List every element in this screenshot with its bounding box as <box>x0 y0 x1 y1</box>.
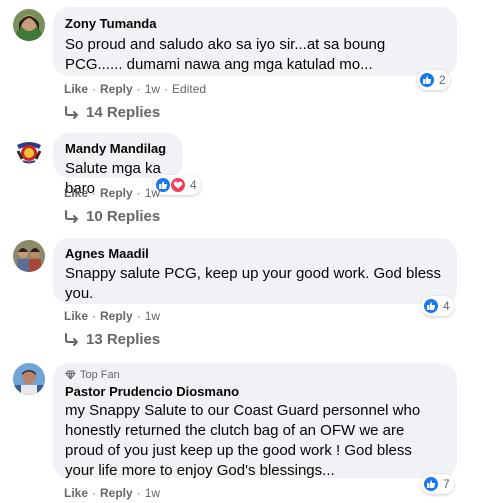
comment-actions: Like · Reply · 1w <box>64 308 161 324</box>
reply-arrow-icon <box>65 333 78 346</box>
heart-icon <box>170 177 186 193</box>
top-fan-label: Top Fan <box>80 369 120 381</box>
like-link[interactable]: Like <box>64 185 88 201</box>
comment-bubble: Agnes Maadil Snappy salute PCG, keep up … <box>53 238 457 304</box>
avatar[interactable] <box>13 240 45 272</box>
reaction-summary[interactable]: 2 <box>417 70 450 90</box>
thumbs-up-icon <box>419 72 435 88</box>
avatar[interactable] <box>13 363 45 395</box>
reaction-summary[interactable]: 7 <box>421 474 454 494</box>
reaction-count: 2 <box>439 73 446 87</box>
comment-author[interactable]: Mandy Mandilag <box>65 141 171 157</box>
like-link[interactable]: Like <box>64 485 88 501</box>
diamond-icon <box>65 370 76 380</box>
comment-actions: Like · Reply · 1w <box>64 485 161 501</box>
reply-link[interactable]: Reply <box>100 185 133 201</box>
reply-arrow-icon <box>65 106 78 119</box>
avatar-photo-icon <box>13 363 45 395</box>
like-link[interactable]: Like <box>64 308 88 324</box>
comment-bubble: Mandy Mandilag Salute mga ka baro <box>53 133 183 197</box>
comment-author[interactable]: Agnes Maadil <box>65 246 445 262</box>
reaction-count: 4 <box>190 178 197 192</box>
avatar[interactable] <box>13 135 45 167</box>
reaction-count: 7 <box>443 477 450 491</box>
timestamp[interactable]: 1w <box>145 485 160 501</box>
comment-text: So proud and saludo ako sa iyo sir...at … <box>65 36 386 73</box>
reply-link[interactable]: Reply <box>100 81 133 97</box>
like-link[interactable]: Like <box>64 81 88 97</box>
replies-label: 13 Replies <box>86 331 161 348</box>
thumbs-up-icon <box>423 298 439 314</box>
comment-bubble: Zony Tumanda So proud and saludo ako sa … <box>53 7 457 76</box>
timestamp[interactable]: 1w <box>145 308 160 324</box>
reaction-count: 4 <box>443 299 450 313</box>
reaction-summary[interactable]: 4 <box>153 175 201 195</box>
comment-text: Snappy salute PCG, keep up your good wor… <box>65 265 442 302</box>
reaction-summary[interactable]: 4 <box>421 296 454 316</box>
avatar-photo-icon <box>13 240 45 272</box>
comment-bubble: Top Fan Pastor Prudencio Diosmano my Sna… <box>53 363 457 479</box>
view-replies-button[interactable]: 10 Replies <box>64 207 160 227</box>
reply-link[interactable]: Reply <box>100 308 133 324</box>
comment-actions: Like · Reply · 1w <box>64 185 161 201</box>
comment-actions: Like · Reply · 1w · Edited <box>64 81 207 97</box>
seal-avatar-icon <box>13 135 45 167</box>
thumbs-up-icon <box>423 476 439 492</box>
comment-author[interactable]: Zony Tumanda <box>65 16 445 32</box>
comment-author[interactable]: Pastor Prudencio Diosmano <box>65 384 445 400</box>
timestamp[interactable]: 1w <box>145 185 160 201</box>
replies-label: 14 Replies <box>86 104 161 121</box>
view-replies-button[interactable]: 13 Replies <box>64 330 160 350</box>
comment-text: my Snappy Salute to our Coast Guard pers… <box>65 402 421 479</box>
top-fan-badge: Top Fan <box>65 368 445 382</box>
avatar-photo-icon <box>13 9 45 41</box>
replies-label: 10 Replies <box>86 208 161 225</box>
timestamp[interactable]: 1w <box>145 81 160 97</box>
view-replies-button[interactable]: 14 Replies <box>64 103 160 123</box>
edited-label[interactable]: Edited <box>172 81 206 97</box>
reply-arrow-icon <box>65 210 78 223</box>
reply-link[interactable]: Reply <box>100 485 133 501</box>
avatar[interactable] <box>13 9 45 41</box>
